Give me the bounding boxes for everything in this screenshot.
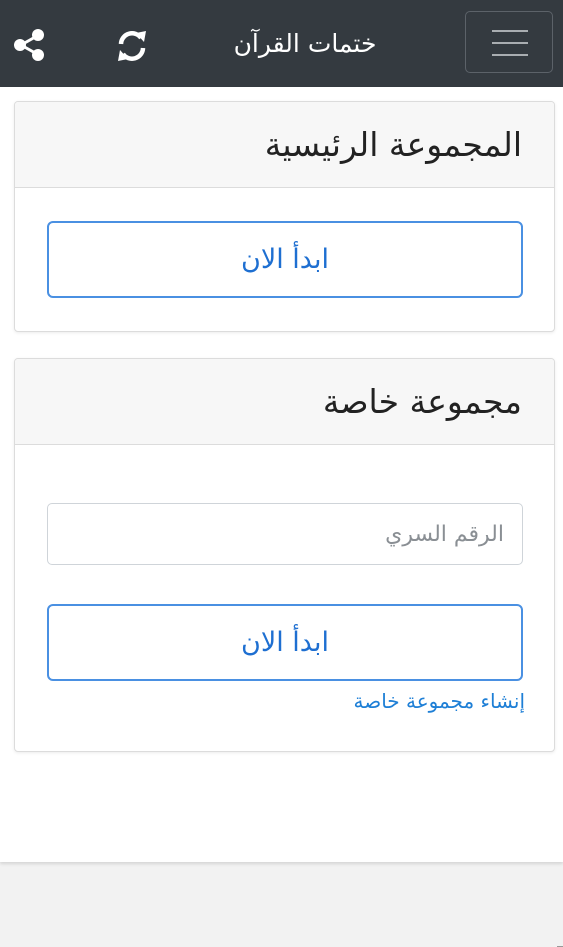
resize-grip [557, 940, 563, 947]
top-navbar: ختمات القرآن [0, 0, 563, 87]
main-group-start-button[interactable]: ابدأ الان [47, 221, 523, 298]
main-group-title: المجموعة الرئيسية [264, 125, 522, 164]
refresh-icon[interactable] [113, 27, 151, 65]
create-private-group-link[interactable]: إنشاء مجموعة خاصة [47, 686, 525, 716]
hamburger-menu-button[interactable] [465, 11, 553, 73]
private-group-title: مجموعة خاصة [322, 382, 522, 421]
private-group-header: مجموعة خاصة [15, 359, 554, 445]
main-group-card: المجموعة الرئيسية ابدأ الان [14, 101, 555, 332]
main-group-header: المجموعة الرئيسية [15, 102, 554, 188]
secret-code-input[interactable] [47, 503, 523, 565]
private-group-card: مجموعة خاصة ابدأ الان إنشاء مجموعة خاصة [14, 358, 555, 752]
main-content: المجموعة الرئيسية ابدأ الان مجموعة خاصة … [0, 87, 563, 947]
share-icon[interactable] [12, 28, 46, 62]
private-group-start-button[interactable]: ابدأ الان [47, 604, 523, 681]
app-title: ختمات القرآن [233, 29, 377, 58]
